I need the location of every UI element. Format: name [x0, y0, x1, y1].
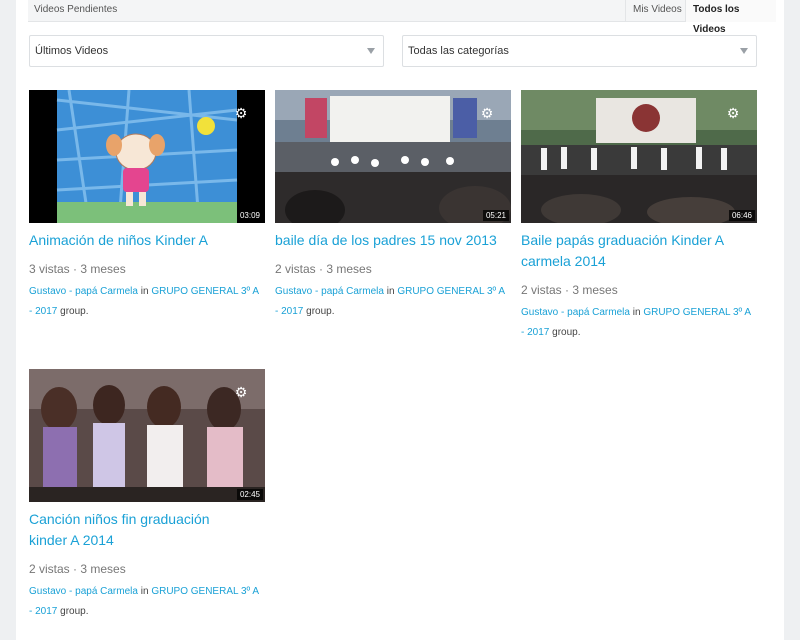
- video-title-link[interactable]: Baile papás graduación Kinder A carmela 2…: [521, 230, 757, 272]
- video-age: 3 meses: [80, 262, 126, 276]
- video-duration: 02:45: [236, 489, 263, 500]
- chevron-down-icon: [740, 48, 748, 54]
- video-thumbnail[interactable]: ⚙ 05:21: [275, 90, 511, 223]
- byline-in: in: [140, 286, 149, 297]
- group-link[interactable]: GRUPO GENERAL 3º A: [397, 286, 505, 297]
- byline-group-suffix: group.: [60, 306, 89, 317]
- category-select-value: Todas las categorías: [408, 45, 509, 57]
- video-title-line: Canción niños fin graduación: [29, 511, 210, 527]
- group-link[interactable]: GRUPO GENERAL 3º A: [643, 307, 751, 318]
- video-card: ⚙ 02:45 Canción niños fin graduación kind…: [29, 369, 265, 622]
- gear-icon[interactable]: ⚙: [480, 106, 494, 120]
- video-duration: 06:46: [728, 210, 755, 221]
- video-title-line: Baile papás graduación Kinder A: [521, 232, 725, 248]
- byline-in: in: [632, 307, 641, 318]
- video-byline: Gustavo - papá Carmela in GRUPO GENERAL …: [521, 303, 757, 343]
- video-thumbnail-image: [275, 90, 511, 223]
- video-meta: 3 vistas · 3 meses: [29, 262, 126, 276]
- video-age: 3 meses: [572, 283, 618, 297]
- video-byline: Gustavo - papá Carmela in GRUPO GENERAL …: [29, 582, 265, 622]
- video-duration: 03:09: [236, 210, 263, 221]
- byline-group-suffix: group.: [60, 606, 89, 617]
- video-thumbnail-image: [521, 90, 757, 223]
- videos-panel: Videos Pendientes Mis Videos Todos los V…: [16, 0, 784, 640]
- author-link[interactable]: Gustavo - papá Carmela: [29, 286, 138, 297]
- video-thumbnail-image: [29, 369, 265, 502]
- group-link-continued[interactable]: - 2017: [521, 327, 549, 338]
- tab-my-videos[interactable]: Mis Videos: [625, 0, 689, 22]
- video-thumbnail-image: [29, 90, 265, 223]
- video-card: ⚙ 06:46 Baile papás graduación Kinder A c…: [521, 90, 757, 343]
- video-title-link[interactable]: Animación de niños Kinder A: [29, 230, 265, 251]
- video-age: 3 meses: [326, 262, 372, 276]
- byline-in: in: [140, 586, 149, 597]
- sort-select-value: Últimos Videos: [35, 45, 109, 57]
- tab-all-videos[interactable]: Todos los Videos: [685, 0, 776, 35]
- video-views: 2 vistas: [275, 262, 316, 276]
- video-meta: 2 vistas · 3 meses: [521, 283, 618, 297]
- video-duration: 05:21: [482, 210, 509, 221]
- sort-select[interactable]: Últimos Videos: [29, 35, 384, 67]
- video-title-line: kinder A 2014: [29, 532, 114, 548]
- video-age: 3 meses: [80, 562, 126, 576]
- video-title-link[interactable]: Canción niños fin graduación kinder A 201…: [29, 509, 265, 551]
- author-link[interactable]: Gustavo - papá Carmela: [275, 286, 384, 297]
- gear-icon[interactable]: ⚙: [234, 385, 248, 399]
- group-link-continued[interactable]: - 2017: [275, 306, 303, 317]
- byline-group-suffix: group.: [306, 306, 335, 317]
- video-thumbnail[interactable]: ⚙ 03:09: [29, 90, 265, 223]
- video-title-line: baile día de los padres 15 nov 2013: [275, 232, 497, 248]
- group-link[interactable]: GRUPO GENERAL 3º A: [151, 286, 259, 297]
- gear-icon[interactable]: ⚙: [726, 106, 740, 120]
- video-views: 2 vistas: [521, 283, 562, 297]
- chevron-down-icon: [367, 48, 375, 54]
- video-title-line: carmela 2014: [521, 253, 606, 269]
- byline-in: in: [386, 286, 395, 297]
- group-link[interactable]: GRUPO GENERAL 3º A: [151, 586, 259, 597]
- video-title-line: Animación de niños Kinder A: [29, 232, 208, 248]
- author-link[interactable]: Gustavo - papá Carmela: [29, 586, 138, 597]
- video-byline: Gustavo - papá Carmela in GRUPO GENERAL …: [275, 282, 511, 322]
- video-views: 3 vistas: [29, 262, 70, 276]
- video-meta: 2 vistas · 3 meses: [29, 562, 126, 576]
- video-title-link[interactable]: baile día de los padres 15 nov 2013: [275, 230, 511, 251]
- group-link-continued[interactable]: - 2017: [29, 606, 57, 617]
- video-thumbnail[interactable]: ⚙ 02:45: [29, 369, 265, 502]
- video-byline: Gustavo - papá Carmela in GRUPO GENERAL …: [29, 282, 265, 322]
- video-thumbnail[interactable]: ⚙ 06:46: [521, 90, 757, 223]
- gear-icon[interactable]: ⚙: [234, 106, 248, 120]
- author-link[interactable]: Gustavo - papá Carmela: [521, 307, 630, 318]
- category-select[interactable]: Todas las categorías: [402, 35, 757, 67]
- tab-pending-videos[interactable]: Videos Pendientes: [34, 4, 117, 15]
- video-meta: 2 vistas · 3 meses: [275, 262, 372, 276]
- video-tab-bar: Videos Pendientes Mis Videos Todos los V…: [28, 0, 776, 35]
- byline-group-suffix: group.: [552, 327, 581, 338]
- group-link-continued[interactable]: - 2017: [29, 306, 57, 317]
- video-card: ⚙ 05:21 baile día de los padres 15 nov 2…: [275, 90, 511, 322]
- video-card: ⚙ 03:09 Animación de niños Kinder A 3 vi…: [29, 90, 265, 322]
- video-views: 2 vistas: [29, 562, 70, 576]
